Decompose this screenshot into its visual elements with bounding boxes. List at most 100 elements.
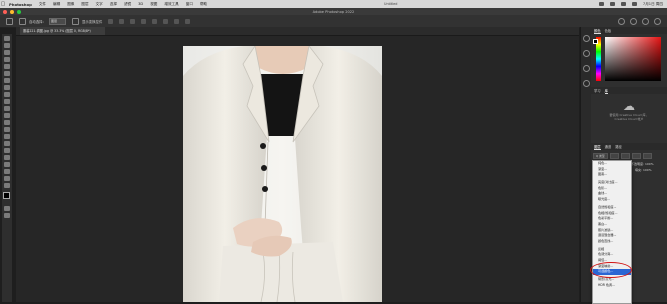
library-panel-header: 学习 库 — [591, 87, 667, 94]
menu-layer[interactable]: 图层 — [81, 2, 88, 7]
transform-label: 显示变换控件 — [81, 19, 103, 24]
document-tab[interactable]: 服装221-调图.jpg @ 33.3% (图层 0, RGB/8*) — [20, 27, 105, 35]
more-options-icon[interactable] — [185, 18, 191, 24]
apple-icon[interactable]:  — [0, 1, 6, 7]
color-panel-header: 颜色 色板 — [591, 27, 667, 34]
glyphs-panel-icon[interactable] — [583, 80, 590, 87]
cloud-library-message: ☁ 要使用 Creative Cloud 库， Creative Cloud 帐… — [591, 99, 667, 131]
tab-channels[interactable]: 通道 — [605, 144, 612, 149]
shape-tool-icon[interactable] — [4, 162, 10, 167]
align-middle-icon[interactable] — [152, 18, 158, 24]
options-right-group — [618, 18, 661, 25]
menu-help[interactable]: 帮助 — [200, 2, 207, 7]
menu-plugins[interactable]: 增效工具 — [164, 2, 178, 7]
menu-file[interactable]: 文件 — [39, 2, 46, 7]
crop-tool-icon[interactable] — [4, 64, 10, 69]
menu-item[interactable]: 颜色查找... — [593, 239, 631, 245]
menu-edit[interactable]: 编辑 — [53, 2, 60, 7]
align-top-icon[interactable] — [141, 18, 147, 24]
filter-pixel-icon[interactable] — [609, 153, 619, 159]
status-area: 7月1日 周四 — [598, 0, 663, 8]
menu-item[interactable]: HDR 色调... — [593, 283, 631, 289]
annotation-ellipse — [590, 262, 632, 278]
zoom-tool-icon[interactable] — [4, 176, 10, 181]
menu-view[interactable]: 视图 — [150, 2, 157, 7]
tab-paths[interactable]: 路径 — [615, 144, 622, 149]
filter-adjustment-icon[interactable] — [620, 153, 630, 159]
align-right-icon[interactable] — [130, 18, 136, 24]
quick-mask-icon[interactable] — [4, 206, 10, 211]
menu-window[interactable]: 窗口 — [186, 2, 193, 7]
move-tool-icon[interactable] — [4, 36, 10, 41]
filter-type-icon[interactable] — [631, 153, 641, 159]
marquee-tool-icon[interactable] — [4, 43, 10, 48]
history-brush-tool-icon[interactable] — [4, 106, 10, 111]
properties-panel-icon[interactable] — [583, 50, 590, 57]
system-menubar:  Photoshop 文件 编辑 图像 图层 文字 选择 滤镜 3D 视图 增… — [0, 0, 667, 8]
move-tool-icon[interactable] — [19, 17, 26, 25]
more-tools-icon[interactable] — [4, 183, 10, 188]
dodge-tool-icon[interactable] — [4, 134, 10, 139]
search-icon[interactable] — [630, 18, 637, 25]
transform-checkbox[interactable] — [71, 17, 79, 25]
app-menu[interactable]: Photoshop — [9, 2, 32, 7]
layer-kind-filter[interactable]: Q 类型 — [593, 153, 608, 159]
distribute-icon[interactable] — [174, 18, 180, 24]
adjustments-panel-icon[interactable] — [583, 65, 590, 72]
screen-mode-icon[interactable] — [4, 213, 10, 218]
tab-libraries[interactable]: 库 — [604, 88, 608, 94]
3d-mode-icon[interactable] — [618, 18, 625, 25]
align-left-icon[interactable] — [108, 18, 114, 24]
menu-image[interactable]: 图像 — [67, 2, 74, 7]
tab-layers[interactable]: 图层 — [594, 144, 601, 150]
align-bottom-icon[interactable] — [163, 18, 169, 24]
home-icon[interactable] — [6, 17, 13, 25]
collapsed-panels-strip — [580, 27, 591, 302]
fill-field[interactable]: 填充: 100% — [635, 168, 652, 172]
status-icon[interactable] — [609, 2, 615, 6]
eyedropper-tool-icon[interactable] — [4, 78, 10, 83]
creative-cloud-icon: ☁ — [623, 99, 635, 113]
pen-tool-icon[interactable] — [4, 141, 10, 146]
quick-select-tool-icon[interactable] — [4, 57, 10, 62]
brush-tool-icon[interactable] — [4, 92, 10, 97]
clone-stamp-tool-icon[interactable] — [4, 99, 10, 104]
tab-learn[interactable]: 学习 — [594, 88, 601, 93]
hand-tool-icon[interactable] — [4, 169, 10, 174]
menu-item[interactable]: 曝光度... — [593, 197, 631, 203]
healing-brush-tool-icon[interactable] — [4, 85, 10, 90]
type-tool-icon[interactable] — [4, 148, 10, 153]
workspace-icon[interactable] — [642, 18, 649, 25]
color-swatches[interactable] — [2, 192, 12, 204]
menu-select[interactable]: 选择 — [110, 2, 117, 7]
tab-color[interactable]: 颜色 — [594, 28, 601, 34]
filter-shape-icon[interactable] — [642, 153, 652, 159]
lasso-tool-icon[interactable] — [4, 50, 10, 55]
menu-type[interactable]: 文字 — [96, 2, 103, 7]
frame-tool-icon[interactable] — [4, 71, 10, 76]
history-panel-icon[interactable] — [583, 35, 590, 42]
wifi-icon[interactable] — [620, 2, 626, 6]
foreground-color-swatch[interactable] — [3, 192, 10, 199]
status-icon[interactable] — [598, 2, 604, 6]
color-picker-field[interactable] — [605, 37, 661, 81]
share-icon[interactable] — [654, 18, 661, 25]
auto-select-dropdown[interactable]: 图层 — [48, 17, 66, 25]
eraser-tool-icon[interactable] — [4, 113, 10, 118]
opacity-field[interactable]: 不透明度: 100% — [631, 162, 654, 166]
tab-swatches[interactable]: 色板 — [605, 28, 612, 33]
menu-item[interactable]: 图案... — [593, 172, 631, 178]
menubar-center-label: Untitled — [384, 2, 398, 6]
canvas-photo[interactable] — [183, 46, 382, 302]
clock[interactable]: 7月1日 周四 — [643, 2, 663, 7]
foreground-color-swatch[interactable] — [593, 39, 598, 44]
menu-3d[interactable]: 3D — [138, 2, 143, 6]
window-titlebar: Adobe Photoshop 2022 — [0, 8, 667, 15]
menu-filter[interactable]: 滤镜 — [124, 2, 131, 7]
path-select-tool-icon[interactable] — [4, 155, 10, 160]
gradient-tool-icon[interactable] — [4, 120, 10, 125]
tools-panel — [2, 34, 12, 302]
align-center-icon[interactable] — [119, 18, 125, 24]
blur-tool-icon[interactable] — [4, 127, 10, 132]
search-icon[interactable] — [631, 2, 637, 6]
